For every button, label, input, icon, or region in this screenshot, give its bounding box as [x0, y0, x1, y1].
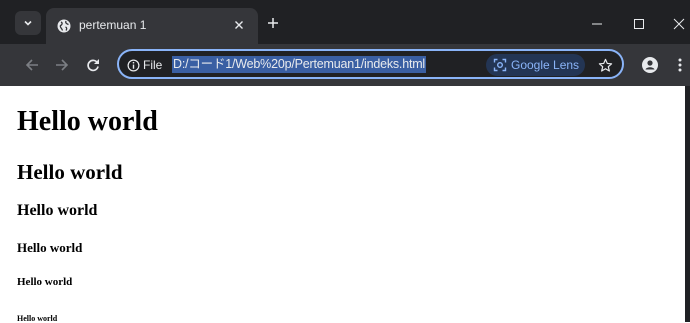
page-content: Hello world Hello world Hello world Hell…: [0, 86, 685, 323]
avatar-icon: [642, 57, 658, 73]
site-info-label: File: [143, 58, 163, 72]
tab-strip: pertemuan 1: [0, 0, 690, 44]
heading-5: Hello world: [17, 276, 73, 288]
url-text[interactable]: D:/コード1/Web%20p/Pertemuan1/indeks.html: [172, 56, 427, 73]
arrow-right-icon: [56, 59, 69, 71]
minimize-button[interactable]: [585, 12, 609, 36]
chevron-down-icon: [24, 20, 32, 26]
heading-3: Hello world: [17, 202, 98, 219]
more-vert-icon: [678, 58, 682, 72]
back-button[interactable]: [20, 53, 44, 77]
globe-icon: [57, 19, 71, 33]
plus-icon: [268, 18, 278, 28]
tab-title: pertemuan 1: [79, 18, 147, 32]
browser-menu-button[interactable]: [672, 53, 688, 77]
maximize-icon: [634, 19, 644, 29]
reload-button[interactable]: [81, 53, 105, 77]
lens-icon: [493, 58, 507, 72]
close-icon: [673, 18, 685, 30]
minimize-icon: [592, 23, 602, 25]
heading-1: Hello world: [17, 106, 158, 137]
close-window-button[interactable]: [667, 12, 690, 36]
heading-4: Hello world: [17, 240, 83, 255]
browser-toolbar: File D:/コード1/Web%20p/Pertemuan1/indeks.h…: [0, 44, 690, 86]
window-border: [685, 86, 690, 322]
arrow-left-icon: [25, 59, 38, 71]
forward-button[interactable]: [50, 53, 74, 77]
address-bar[interactable]: File D:/コード1/Web%20p/Pertemuan1/indeks.h…: [117, 49, 624, 79]
close-icon: [235, 21, 243, 29]
heading-2: Hello world: [17, 160, 123, 184]
maximize-button[interactable]: [627, 12, 651, 36]
info-icon: [127, 59, 140, 71]
site-info-chip[interactable]: File: [127, 56, 162, 74]
new-tab-button[interactable]: [263, 13, 283, 33]
tab-search-button[interactable]: [15, 11, 41, 35]
close-tab-button[interactable]: [230, 16, 248, 34]
google-lens-button[interactable]: Google Lens: [486, 54, 585, 76]
profile-button[interactable]: [638, 53, 662, 77]
browser-tab[interactable]: pertemuan 1: [46, 8, 258, 44]
google-lens-label: Google Lens: [511, 58, 580, 72]
reload-icon: [87, 59, 99, 72]
bookmark-button[interactable]: [594, 54, 616, 76]
star-icon: [598, 58, 612, 72]
